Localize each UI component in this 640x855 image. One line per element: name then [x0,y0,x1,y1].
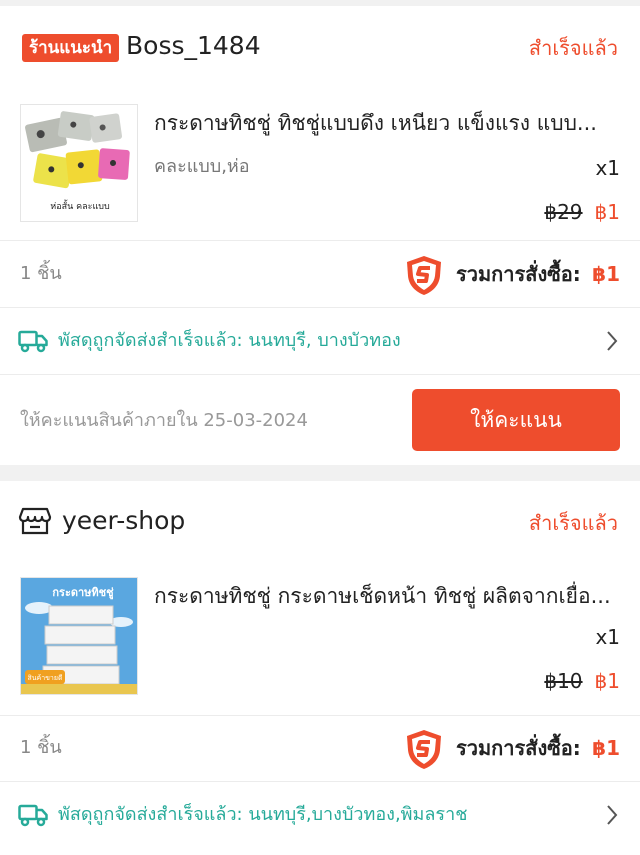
product-price: ฿29 ฿1 [544,198,620,226]
shipping-status-row[interactable]: พัสดุถูกจัดส่งสำเร็จแล้ว: นนทบุรี, บางบั… [0,308,640,374]
original-price: ฿10 [544,669,583,693]
shopee-guarantee-shield-icon [407,730,441,769]
rating-deadline: ให้คะแนนสินค้าภายใน 25-03-2024 [20,410,308,431]
product-thumbnail[interactable]: ห่อสั้น คละแบบ [20,104,138,222]
item-count: 1 ชิ้น [20,263,62,284]
sale-price: ฿1 [594,669,620,693]
product-item[interactable]: กระดาษทิชชู่ สินค้าขายดี กระดาษทิชชู่ กร… [0,577,640,717]
product-item[interactable]: ห่อสั้น คละแบบ กระดาษทิชชู่ ทิชชู่แบบดึง… [0,104,640,244]
rating-row: ให้คะแนนสินค้าภายใน 25-03-2024 ให้คะแนน [0,375,640,463]
order-summary: 1 ชิ้น รวมการสั่งซื้อ: ฿1 [0,715,640,781]
original-price: ฿29 [544,200,583,224]
shopee-guarantee-shield-icon [407,256,441,295]
product-title[interactable]: กระดาษทิชชู่ ทิชชู่แบบดึง เหนียว แข็งแรง… [154,108,619,138]
shop-header[interactable]: yeer-shop สำเร็จแล้ว [0,481,640,557]
product-price: ฿10 ฿1 [544,667,620,695]
delivery-truck-icon [18,330,48,353]
sale-price: ฿1 [594,200,620,224]
product-variant: คละแบบ,ห่อ [154,156,250,177]
bestseller-tag: สินค้าขายดี [27,674,62,682]
shipping-status-text[interactable]: พัสดุถูกจัดส่งสำเร็จแล้ว: นนทบุรี, บางบั… [58,327,401,355]
chevron-right-icon[interactable] [606,330,618,352]
thumbnail-caption: กระดาษทิชชู่ [52,586,114,600]
store-icon [18,507,52,535]
product-thumbnail[interactable]: กระดาษทิชชู่ สินค้าขายดี [20,577,138,695]
chevron-right-icon[interactable] [606,804,618,826]
order-card[interactable]: ร้านแนะนำ Boss_1484 สำเร็จแล้ว ห่อสั้น ค… [0,6,640,465]
tissue-pack-image: ห่อสั้น คละแบบ [21,105,137,221]
shop-header[interactable]: ร้านแนะนำ Boss_1484 สำเร็จแล้ว [0,6,640,82]
shipping-status-text[interactable]: พัสดุถูกจัดส่งสำเร็จแล้ว: นนทบุรี,บางบัว… [58,801,467,829]
rate-button[interactable]: ให้คะแนน [412,389,620,451]
product-quantity: x1 [595,156,620,180]
order-summary: 1 ชิ้น รวมการสั่งซื้อ: ฿1 [0,241,640,307]
preferred-shop-badge: ร้านแนะนำ [22,34,120,62]
order-total-label: รวมการสั่งซื้อ: [456,262,581,286]
order-status: สำเร็จแล้ว [528,36,618,60]
item-count: 1 ชิ้น [20,737,62,758]
shop-name[interactable]: yeer-shop [62,505,185,537]
order-total-label: รวมการสั่งซื้อ: [456,736,581,760]
product-quantity: x1 [595,625,620,649]
shipping-status-row[interactable]: พัสดุถูกจัดส่งสำเร็จแล้ว: นนทบุรี,บางบัว… [0,782,640,848]
order-total-value: ฿1 [592,736,620,760]
product-title[interactable]: กระดาษทิชชู่ กระดาษเช็ดหน้า ทิชชู่ ผลิตจ… [154,581,619,611]
order-card[interactable]: yeer-shop สำเร็จแล้ว กระดาษทิชชู่ สินค้า… [0,481,640,855]
order-total-value: ฿1 [592,262,620,286]
delivery-truck-icon [18,804,48,827]
order-status: สำเร็จแล้ว [528,511,618,535]
shop-name[interactable]: Boss_1484 [126,30,261,62]
tissue-box-image: กระดาษทิชชู่ สินค้าขายดี [21,578,137,694]
